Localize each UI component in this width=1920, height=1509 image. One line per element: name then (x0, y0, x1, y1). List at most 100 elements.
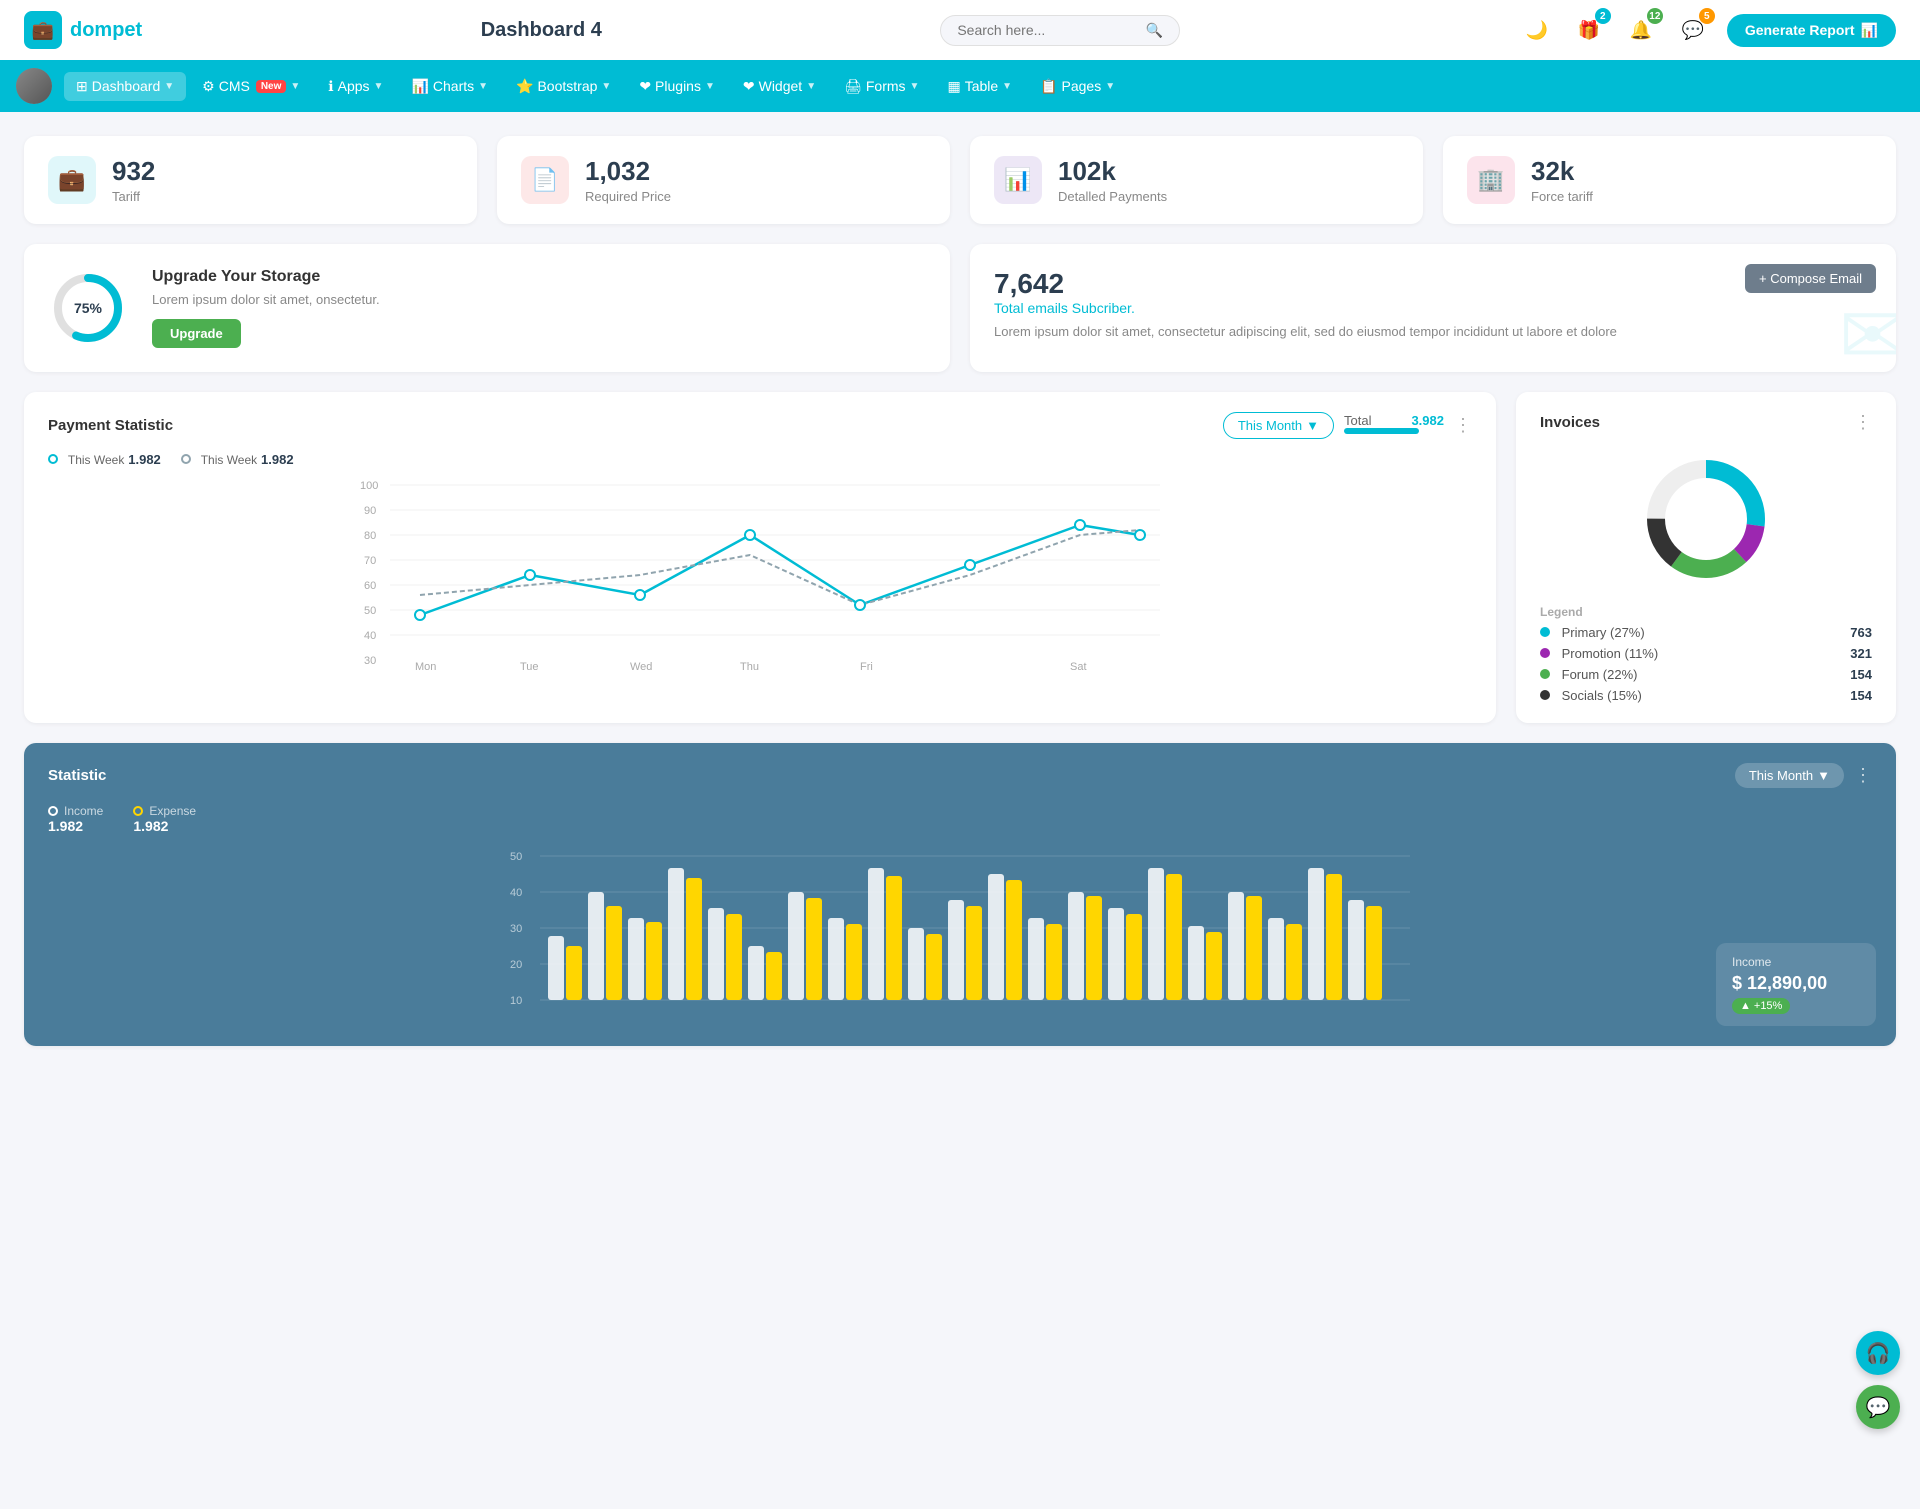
message-icon: 💬 (1682, 20, 1704, 41)
expense-legend-value: 1.982 (133, 818, 196, 834)
socials-dot (1540, 690, 1550, 700)
nav-item-apps[interactable]: ℹ Apps ▼ (316, 72, 395, 101)
more-options-icon[interactable]: ⋮ (1454, 415, 1472, 436)
legend-dot-gray (181, 454, 191, 464)
storage-percent-label: 75% (74, 300, 102, 316)
statistic-card: Statistic This Month ▼ ⋮ Income 1.982 (24, 743, 1896, 1046)
chevron-down-icon-bootstrap: ▼ (601, 81, 611, 92)
bell-badge: 12 (1647, 8, 1663, 24)
payment-chart-header: Payment Statistic This Month ▼ Total 3.9… (48, 412, 1472, 439)
gift-badge: 2 (1595, 8, 1611, 24)
tariff-icon: 💼 (48, 156, 96, 204)
svg-text:70: 70 (364, 555, 376, 567)
nav-item-cms[interactable]: ⚙ CMS New ▼ (190, 72, 312, 101)
nav-item-forms[interactable]: 🖨 Forms ▼ (832, 72, 931, 101)
nav-item-plugins[interactable]: ❤ Plugins ▼ (627, 72, 727, 101)
statistic-filter-label: This Month (1749, 768, 1813, 783)
stat-card-tariff: 💼 932 Tariff (24, 136, 477, 224)
message-button[interactable]: 💬 5 (1675, 12, 1711, 48)
statistic-more-options-icon[interactable]: ⋮ (1854, 765, 1872, 786)
bootstrap-icon: ⭐ (516, 78, 533, 95)
chevron-down-icon-table: ▼ (1002, 81, 1012, 92)
promotion-value: 321 (1850, 646, 1872, 661)
nav-label-plugins: Plugins (655, 78, 701, 94)
invoices-header: Invoices ⋮ (1540, 412, 1872, 433)
svg-text:50: 50 (364, 605, 376, 617)
income-badge: ▲ +15% (1732, 998, 1790, 1014)
gift-button[interactable]: 🎁 2 (1571, 12, 1607, 48)
nav-label-pages: Pages (1062, 78, 1102, 94)
socials-label: Socials (15%) (1562, 688, 1642, 703)
nav-label-bootstrap: Bootstrap (537, 78, 597, 94)
expense-legend-label: Expense (149, 804, 196, 818)
expense-legend-dot (133, 806, 143, 816)
payment-filter-label: This Month (1238, 418, 1302, 433)
statistic-bar-chart: 50 40 30 20 10 (48, 846, 1872, 1026)
stat-card-force-tariff: 🏢 32k Force tariff (1443, 136, 1896, 224)
svg-text:Thu: Thu (740, 661, 759, 673)
chat-float-button[interactable]: 💬 (1856, 1385, 1900, 1429)
svg-text:60: 60 (364, 580, 376, 592)
search-input[interactable] (957, 22, 1138, 38)
storage-info: Upgrade Your Storage Lorem ipsum dolor s… (152, 268, 380, 348)
nav-item-bootstrap[interactable]: ⭐ Bootstrap ▼ (504, 72, 623, 101)
svg-text:Sat: Sat (1070, 661, 1087, 673)
detalled-payments-label: Detalled Payments (1058, 189, 1167, 204)
storage-title: Upgrade Your Storage (152, 268, 380, 286)
invoice-legend-forum: Forum (22%) 154 (1540, 667, 1872, 682)
nav-item-table[interactable]: ▦ Table ▼ (935, 72, 1024, 101)
nav-label-widget: Widget (759, 78, 803, 94)
stat-card-required-price: 📄 1,032 Required Price (497, 136, 950, 224)
bell-button[interactable]: 🔔 12 (1623, 12, 1659, 48)
force-tariff-icon: 🏢 (1467, 156, 1515, 204)
topbar-actions: 🌙 🎁 2 🔔 12 💬 5 Generate Report 📊 (1519, 12, 1896, 48)
upgrade-button[interactable]: Upgrade (152, 319, 241, 348)
generate-report-button[interactable]: Generate Report 📊 (1727, 14, 1896, 47)
income-badge-value: +15% (1754, 1000, 1782, 1012)
promotion-dot (1540, 648, 1550, 658)
detalled-payments-icon: 📊 (994, 156, 1042, 204)
svg-text:30: 30 (510, 923, 522, 935)
invoice-legend-socials: Socials (15%) 154 (1540, 688, 1872, 703)
tariff-value: 932 (112, 156, 155, 187)
expense-legend: Expense 1.982 (133, 804, 196, 834)
chevron-down-icon-stat: ▼ (1817, 768, 1830, 783)
support-float-button[interactable]: 🎧 (1856, 1331, 1900, 1375)
cms-icon: ⚙ (202, 78, 215, 95)
legend-dot-teal (48, 454, 58, 464)
statistic-filter-button[interactable]: This Month ▼ (1735, 763, 1844, 788)
chevron-down-icon-payment: ▼ (1306, 418, 1319, 433)
email-count: 7,642 (994, 268, 1872, 300)
storage-card: 75% Upgrade Your Storage Lorem ipsum dol… (24, 244, 950, 372)
svg-text:10: 10 (510, 995, 522, 1007)
nav-item-charts[interactable]: 📊 Charts ▼ (399, 72, 500, 101)
navbar: ⊞ Dashboard ▼ ⚙ CMS New ▼ ℹ Apps ▼ 📊 Cha… (0, 60, 1920, 112)
chevron-down-icon-forms: ▼ (910, 81, 920, 92)
payment-legend-row: This Week 1.982 This Week 1.982 (48, 451, 1472, 467)
svg-text:Tue: Tue (520, 661, 539, 673)
payment-filter-button[interactable]: This Month ▼ (1223, 412, 1334, 439)
svg-text:Wed: Wed (630, 661, 652, 673)
payment-line-chart: 100 90 80 70 60 50 40 30 (48, 475, 1472, 675)
legend-val-2: 1.982 (261, 452, 294, 467)
chevron-down-icon-cms: ▼ (290, 81, 300, 92)
plugins-icon: ❤ (639, 78, 651, 95)
dark-mode-button[interactable]: 🌙 (1519, 12, 1555, 48)
topbar: 💼 dompet Dashboard 4 🔍 🌙 🎁 2 🔔 12 💬 5 Ge… (0, 0, 1920, 60)
nav-item-pages[interactable]: 📋 Pages ▼ (1028, 72, 1127, 101)
nav-item-dashboard[interactable]: ⊞ Dashboard ▼ (64, 72, 186, 101)
legend-heading: Legend (1540, 605, 1872, 619)
invoice-legend-primary: Primary (27%) 763 (1540, 625, 1872, 640)
search-bar[interactable]: 🔍 (940, 15, 1180, 46)
forms-icon: 🖨 (844, 78, 862, 95)
invoices-more-options-icon[interactable]: ⋮ (1854, 412, 1872, 433)
nav-item-widget[interactable]: ❤ Widget ▼ (731, 72, 828, 101)
svg-text:40: 40 (364, 630, 376, 642)
invoices-donut-chart (1540, 449, 1872, 589)
primary-value: 763 (1850, 625, 1872, 640)
forum-label: Forum (22%) (1562, 667, 1638, 682)
svg-text:Fri: Fri (860, 661, 873, 673)
logo: 💼 dompet (24, 11, 142, 49)
widget-icon: ❤ (743, 78, 755, 95)
svg-text:Mon: Mon (415, 661, 436, 673)
